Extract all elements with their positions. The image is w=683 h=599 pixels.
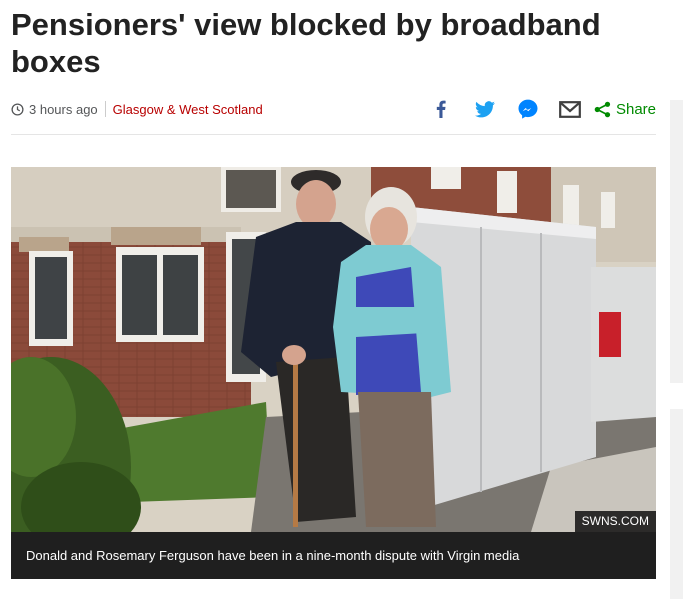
email-icon[interactable]	[559, 98, 581, 120]
facebook-icon[interactable]	[430, 98, 452, 120]
clock-icon	[11, 102, 24, 116]
article-headline: Pensioners' view blocked by broadband bo…	[11, 7, 601, 79]
sidebar-panel-lower	[670, 409, 683, 599]
meta-divider	[104, 101, 106, 117]
messenger-icon[interactable]	[517, 98, 539, 120]
twitter-icon[interactable]	[474, 98, 496, 120]
photo-caption: Donald and Rosemary Ferguson have been i…	[11, 532, 656, 579]
meta-divider-line	[11, 134, 656, 135]
share-icon	[594, 101, 611, 117]
timestamp: 3 hours ago	[29, 101, 98, 117]
article-photo: SWNS.COM	[11, 167, 656, 532]
share-label: Share	[615, 100, 656, 118]
section-link[interactable]: Glasgow & West Scotland	[113, 102, 263, 117]
article-meta: 3 hours ago Glasgow & West Scotland Shar…	[11, 97, 656, 121]
sidebar-panel	[670, 100, 683, 383]
share-button[interactable]: Share	[594, 101, 656, 118]
share-tools: Share	[430, 98, 656, 120]
photo-credit: SWNS.COM	[574, 511, 656, 532]
